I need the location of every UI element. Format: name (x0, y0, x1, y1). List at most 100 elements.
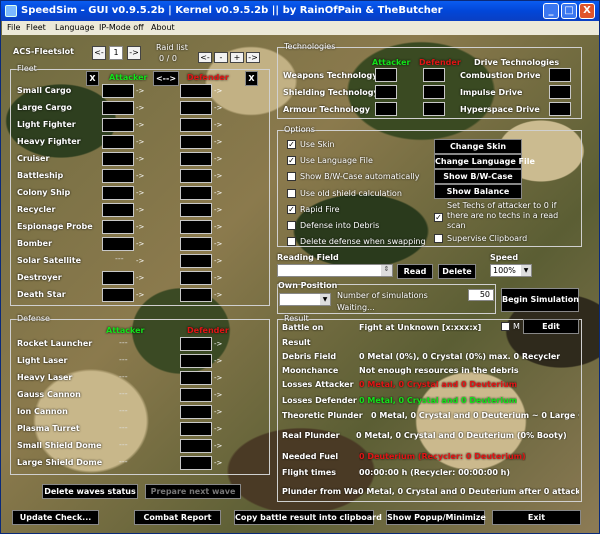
maximize-button[interactable]: □ (561, 3, 577, 19)
result-key-real-plunder: Real Plunder (282, 431, 340, 440)
raid-remove-button[interactable]: - (214, 52, 228, 63)
defender-gauss-cannon-input[interactable] (180, 388, 212, 402)
fleet-attacker-header: Attacker (109, 73, 148, 82)
defender-large-cargo-input[interactable] (180, 101, 212, 115)
defender-plasma-turret-input[interactable] (180, 422, 212, 436)
defender-weapons-technology-input[interactable] (423, 68, 445, 82)
defender-light-fighter-input[interactable] (180, 118, 212, 132)
delete-defense-when-swapping-checkbox[interactable] (287, 237, 296, 247)
raid-add-button[interactable]: + (230, 52, 244, 63)
fleet-defender-header: Defender (187, 73, 229, 82)
prepare-next-wave-button[interactable]: Prepare next wave (145, 484, 241, 499)
speed-dropdown-icon[interactable]: ▼ (521, 265, 531, 276)
attacker-small-cargo-input[interactable] (102, 84, 134, 98)
defense-into-debris-checkbox[interactable] (287, 221, 296, 230)
show-popup-button[interactable]: Show Popup/Minimize (386, 510, 486, 525)
attacker-armour-technology-input[interactable] (375, 102, 397, 116)
defender-armour-technology-input[interactable] (423, 102, 445, 116)
reading-field-input[interactable] (277, 264, 393, 277)
defense-label-gauss-cannon: Gauss Cannon (17, 390, 81, 399)
supervise-clipboard-checkbox[interactable] (434, 234, 443, 243)
defender-colony-ship-input[interactable] (180, 186, 212, 200)
read-button[interactable]: Read (397, 264, 433, 279)
defender-recycler-input[interactable] (180, 203, 212, 217)
reading-field-spinner[interactable]: ⇕ (381, 265, 392, 276)
menu-file[interactable]: File (7, 23, 20, 32)
result-title: Result (284, 314, 309, 323)
defender-heavy-fighter-input[interactable] (180, 135, 212, 149)
attacker-cruiser-input[interactable] (102, 152, 134, 166)
defender-espionage-probe-input[interactable] (180, 220, 212, 234)
acs-slot-field[interactable]: 1 (109, 46, 123, 60)
attacker-espionage-probe-input[interactable] (102, 220, 134, 234)
edit-button[interactable]: Edit (523, 319, 579, 334)
defender-arrow-icon: -> (214, 240, 223, 248)
attacker-light-fighter-input[interactable] (102, 118, 134, 132)
defender-ion-cannon-input[interactable] (180, 405, 212, 419)
acs-prev-button[interactable]: <- (92, 46, 106, 60)
defender-small-cargo-input[interactable] (180, 84, 212, 98)
attacker-battleship-input[interactable] (102, 169, 134, 183)
attacker-large-cargo-input[interactable] (102, 101, 134, 115)
menu-language[interactable]: Language (55, 23, 94, 32)
defender-destroyer-input[interactable] (180, 271, 212, 285)
show-b-w-case-automatically-checkbox[interactable] (287, 172, 296, 182)
swap-fleets-button[interactable]: <--> (153, 71, 179, 86)
menu-fleet[interactable]: Fleet (26, 23, 46, 32)
close-button[interactable]: X (579, 3, 595, 19)
defense-defender-header: Defender (187, 326, 229, 335)
defender-small-shield-dome-input[interactable] (180, 439, 212, 453)
defender-solar-satellite-input[interactable] (180, 254, 212, 268)
attacker-shielding-technology-input[interactable] (375, 85, 397, 99)
clear-attacker-button[interactable]: X (86, 71, 99, 86)
defender-battleship-input[interactable] (180, 169, 212, 183)
m-checkbox[interactable] (501, 322, 510, 331)
attacker-destroyer-input[interactable] (102, 271, 134, 285)
defender-rocket-launcher-input[interactable] (180, 337, 212, 351)
drive-tech-header: Drive Technologies (474, 58, 560, 67)
rapid-fire-checkbox[interactable]: ✓ (287, 204, 296, 214)
combat-report-button[interactable]: Combat Report (134, 510, 221, 525)
update-check-button[interactable]: Update Check... (12, 510, 99, 525)
defender-heavy-laser-input[interactable] (180, 371, 212, 385)
defender-cruiser-input[interactable] (180, 152, 212, 166)
use-skin-checkbox[interactable]: ✓ (287, 140, 296, 149)
defender-light-laser-input[interactable] (180, 354, 212, 368)
attacker-recycler-input[interactable] (102, 203, 134, 217)
clear-defender-button[interactable]: X (245, 71, 258, 86)
raid-next-button[interactable]: -> (246, 52, 260, 63)
defender-shielding-technology-input[interactable] (423, 85, 445, 99)
defender-large-shield-dome-input[interactable] (180, 456, 212, 470)
show-balance-button[interactable]: Show Balance (434, 184, 522, 199)
attacker-heavy-fighter-input[interactable] (102, 135, 134, 149)
menu-ip-mode[interactable]: IP-Mode off (99, 23, 144, 32)
impulse-drive-input[interactable] (549, 85, 571, 99)
combustion-drive-input[interactable] (549, 68, 571, 82)
attacker-bomber-input[interactable] (102, 237, 134, 251)
own-position-dropdown-icon[interactable]: ▼ (320, 294, 330, 305)
change-skin-button[interactable]: Change Skin (434, 139, 522, 154)
show-bw-case-button[interactable]: Show B/W-Case (434, 169, 522, 184)
delete-button[interactable]: Delete (438, 264, 476, 279)
raid-prev-button[interactable]: <- (198, 52, 212, 63)
use-language-file-checkbox[interactable]: ✓ (287, 156, 296, 166)
hyperspace-drive-input[interactable] (549, 102, 571, 116)
app-window: SpeedSim - GUI v0.9.5.2b | Kernel v0.9.5… (0, 0, 600, 534)
copy-result-button[interactable]: Copy battle result into clipboard (234, 510, 382, 525)
attacker-weapons-technology-input[interactable] (375, 68, 397, 82)
minimize-button[interactable]: _ (543, 3, 559, 19)
num-simulations-field[interactable]: 50 (468, 289, 494, 301)
acs-next-button[interactable]: -> (127, 46, 141, 60)
use-old-shield-calculation-checkbox[interactable] (287, 188, 296, 198)
defender-death-star-input[interactable] (180, 288, 212, 302)
exit-button[interactable]: Exit (492, 510, 581, 525)
attacker-death-star-input[interactable] (102, 288, 134, 302)
defender-arrow-icon: -> (214, 189, 223, 197)
set-techs-checkbox[interactable]: ✓ (434, 213, 443, 222)
begin-simulation-button[interactable]: Begin Simulation (501, 288, 579, 312)
delete-waves-button[interactable]: Delete waves status (42, 484, 138, 499)
defender-bomber-input[interactable] (180, 237, 212, 251)
menu-about[interactable]: About (151, 23, 175, 32)
change-language-button[interactable]: Change Language File (434, 154, 535, 169)
attacker-colony-ship-input[interactable] (102, 186, 134, 200)
